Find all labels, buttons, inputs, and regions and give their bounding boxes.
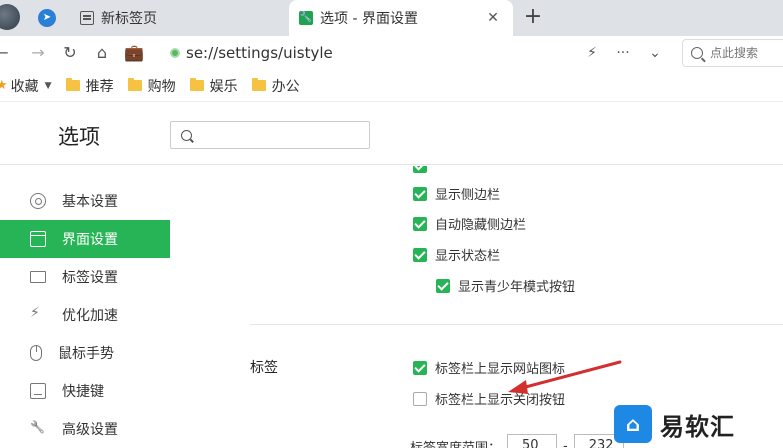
sidebar-item-label: 标签设置 bbox=[62, 270, 118, 286]
sidebar-item-shortcuts[interactable]: 快捷键 bbox=[0, 372, 170, 410]
search-icon bbox=[181, 129, 192, 141]
checkbox-option-hidden[interactable] bbox=[413, 166, 435, 173]
checkbox[interactable] bbox=[413, 186, 427, 201]
bookmark-label: 办公 bbox=[271, 78, 300, 95]
folder-icon bbox=[251, 78, 266, 91]
sidebar-item-basic[interactable]: 基本设置 bbox=[0, 182, 170, 220]
lightning-icon[interactable]: ⚡ bbox=[580, 41, 604, 65]
checkbox[interactable] bbox=[413, 166, 427, 173]
wrench-icon: 🔧 bbox=[299, 11, 313, 25]
checkbox[interactable] bbox=[413, 391, 427, 406]
logo-icon: ⌂ bbox=[614, 405, 652, 443]
search-input[interactable] bbox=[710, 46, 780, 60]
url-text: se://settings/uistyle bbox=[186, 44, 333, 62]
sidebar-item-interface[interactable]: 界面设置 bbox=[0, 220, 170, 258]
bookmarks-bar: ★ 收藏 ▼ 推荐 购物 娱乐 办公 bbox=[0, 70, 783, 102]
sidebar-item-label: 快捷键 bbox=[62, 384, 104, 400]
checkbox[interactable] bbox=[413, 216, 427, 231]
bookmark-favorites[interactable]: ★ 收藏 ▼ bbox=[0, 76, 52, 96]
checkbox[interactable] bbox=[436, 278, 450, 293]
option-label: 自动隐藏侧边栏 bbox=[435, 218, 527, 233]
interface-icon bbox=[30, 231, 46, 247]
sidebar-item-label: 基本设置 bbox=[62, 194, 118, 210]
sidebar-item-label: 高级设置 bbox=[62, 422, 118, 438]
option-label: 显示状态栏 bbox=[435, 249, 501, 264]
sidebar-item-label: 界面设置 bbox=[62, 232, 118, 248]
search-box[interactable] bbox=[682, 39, 783, 67]
tab-new-tab[interactable]: 新标签页 bbox=[70, 0, 288, 36]
new-tab-button[interactable]: + bbox=[520, 4, 546, 30]
folder-icon bbox=[65, 78, 80, 91]
checkbox-show-statusbar[interactable]: 显示状态栏 bbox=[413, 245, 500, 264]
briefcase-icon[interactable]: 💼 bbox=[122, 41, 146, 65]
tab-width-range: 标签宽度范围： 50 - 232 bbox=[410, 434, 624, 448]
forward-icon[interactable]: → bbox=[26, 41, 50, 65]
sidebar-item-advanced[interactable]: 高级设置 bbox=[0, 410, 170, 448]
sidebar-item-optimize[interactable]: 优化加速 bbox=[0, 296, 170, 334]
home-icon[interactable]: ⌂ bbox=[90, 41, 114, 65]
tab-title: 选项 - 界面设置 bbox=[320, 11, 418, 27]
checkbox-teen-mode-button[interactable]: 显示青少年模式按钮 bbox=[436, 276, 575, 295]
annotation-arrow bbox=[508, 360, 622, 394]
arrow-shaft bbox=[516, 360, 622, 391]
checkbox-show-sidebar[interactable]: 显示侧边栏 bbox=[413, 184, 500, 203]
toolbar: ← → ↻ ⌂ 💼 se://settings/uistyle ⚡ ··· ⌄ bbox=[0, 36, 783, 70]
bookmark-label: 娱乐 bbox=[209, 78, 238, 95]
watermark: ⌂ 易软汇 bbox=[614, 404, 774, 444]
close-icon[interactable]: ✕ bbox=[485, 10, 501, 26]
bookmark-label: 收藏 bbox=[10, 78, 39, 95]
section-divider bbox=[250, 324, 783, 325]
option-label: 显示青少年模式按钮 bbox=[458, 280, 576, 295]
sidebar-item-mouse-gestures[interactable]: 鼠标手势 bbox=[0, 334, 170, 372]
tab-title: 新标签页 bbox=[101, 11, 157, 27]
sidebar-item-label: 鼠标手势 bbox=[58, 346, 114, 362]
bookmark-folder[interactable]: 办公 bbox=[251, 76, 300, 96]
star-icon: ★ bbox=[0, 78, 8, 93]
more-icon[interactable]: ··· bbox=[611, 41, 635, 65]
settings-search-input[interactable] bbox=[170, 121, 370, 149]
reload-icon[interactable]: ↻ bbox=[58, 41, 82, 65]
tab-settings[interactable]: 🔧 选项 - 界面设置 ✕ bbox=[289, 0, 513, 36]
search-icon bbox=[691, 47, 703, 59]
sidebar-item-label: 优化加速 bbox=[62, 308, 118, 324]
secure-icon bbox=[170, 48, 180, 58]
arrow-head bbox=[508, 380, 528, 394]
newtab-icon bbox=[80, 11, 94, 25]
telegram-icon[interactable]: ➤ bbox=[38, 9, 56, 27]
bookmark-label: 推荐 bbox=[85, 78, 114, 95]
back-icon[interactable]: ← bbox=[0, 41, 14, 65]
caret-down-icon[interactable]: ▼ bbox=[45, 81, 52, 91]
option-label: 显示侧边栏 bbox=[435, 188, 501, 203]
mouse-icon bbox=[30, 345, 42, 361]
checkbox-auto-hide-sidebar[interactable]: 自动隐藏侧边栏 bbox=[413, 214, 526, 233]
speed-icon bbox=[30, 305, 46, 323]
avatar[interactable] bbox=[0, 4, 20, 30]
chevron-down-icon[interactable]: ⌄ bbox=[643, 41, 667, 65]
settings-sidebar: 基本设置 界面设置 标签设置 优化加速 鼠标手势 快捷键 高级设置 bbox=[0, 182, 170, 448]
section-title-tabs: 标签 bbox=[250, 360, 278, 376]
tab-strip: ➤ 新标签页 🔧 选项 - 界面设置 ✕ + bbox=[0, 0, 783, 36]
width-label: 标签宽度范围： bbox=[410, 440, 502, 448]
advanced-icon bbox=[30, 421, 46, 437]
watermark-text: 易软汇 bbox=[660, 412, 735, 441]
checkbox[interactable] bbox=[413, 247, 427, 262]
bookmark-folder[interactable]: 娱乐 bbox=[189, 76, 238, 96]
bookmark-label: 购物 bbox=[147, 78, 176, 95]
width-min-input[interactable]: 50 bbox=[507, 434, 558, 448]
page-title: 选项 bbox=[58, 125, 100, 149]
folder-icon bbox=[189, 78, 204, 91]
folder-icon bbox=[127, 78, 142, 91]
settings-header: 选项 bbox=[0, 103, 783, 165]
keyboard-icon bbox=[30, 383, 46, 399]
sidebar-item-tabs[interactable]: 标签设置 bbox=[0, 258, 170, 296]
bookmark-folder[interactable]: 购物 bbox=[127, 76, 176, 96]
basic-settings-icon bbox=[30, 193, 46, 209]
tab-settings-icon bbox=[30, 271, 46, 283]
bookmark-folder[interactable]: 推荐 bbox=[65, 76, 114, 96]
checkbox[interactable] bbox=[413, 360, 427, 375]
width-separator: - bbox=[563, 438, 568, 448]
